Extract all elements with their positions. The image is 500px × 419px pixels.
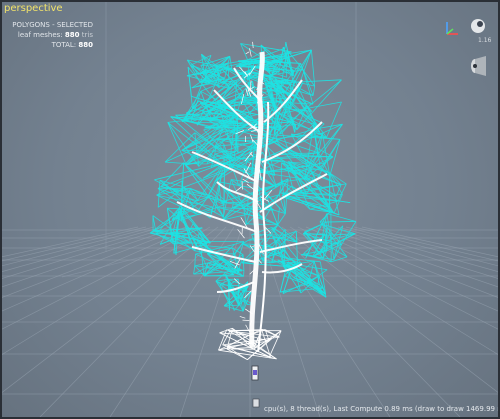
camera-orbit-icon[interactable] — [466, 16, 494, 38]
stats-total-row: TOTAL: 880 — [8, 40, 93, 50]
stats-heading: POLYGONS - SELECTED — [12, 21, 93, 29]
object-marker-icon[interactable] — [251, 365, 260, 408]
total-value: 880 — [78, 41, 93, 49]
3d-viewport[interactable]: perspective POLYGONS - SELECTED leaf mes… — [2, 2, 498, 417]
total-label: TOTAL: — [51, 41, 77, 49]
scene-canvas[interactable] — [2, 2, 498, 417]
stats-leaf-row: leaf meshes: 880 tris — [8, 30, 93, 40]
leaf-value: 880 — [64, 31, 80, 39]
axis-gizmo-icon[interactable] — [443, 19, 461, 39]
leaf-label: leaf meshes: — [17, 31, 63, 39]
zoom-level: 1.16 — [478, 37, 492, 44]
status-bar-text: cpu(s), 8 thread(s), Last Compute 0.89 m… — [264, 405, 498, 413]
polygon-stats: POLYGONS - SELECTED leaf meshes: 880 tri… — [8, 20, 93, 50]
viewport-label[interactable]: perspective — [4, 3, 63, 14]
leaf-unit: tris — [81, 31, 93, 39]
light-direction-icon[interactable] — [466, 54, 492, 80]
